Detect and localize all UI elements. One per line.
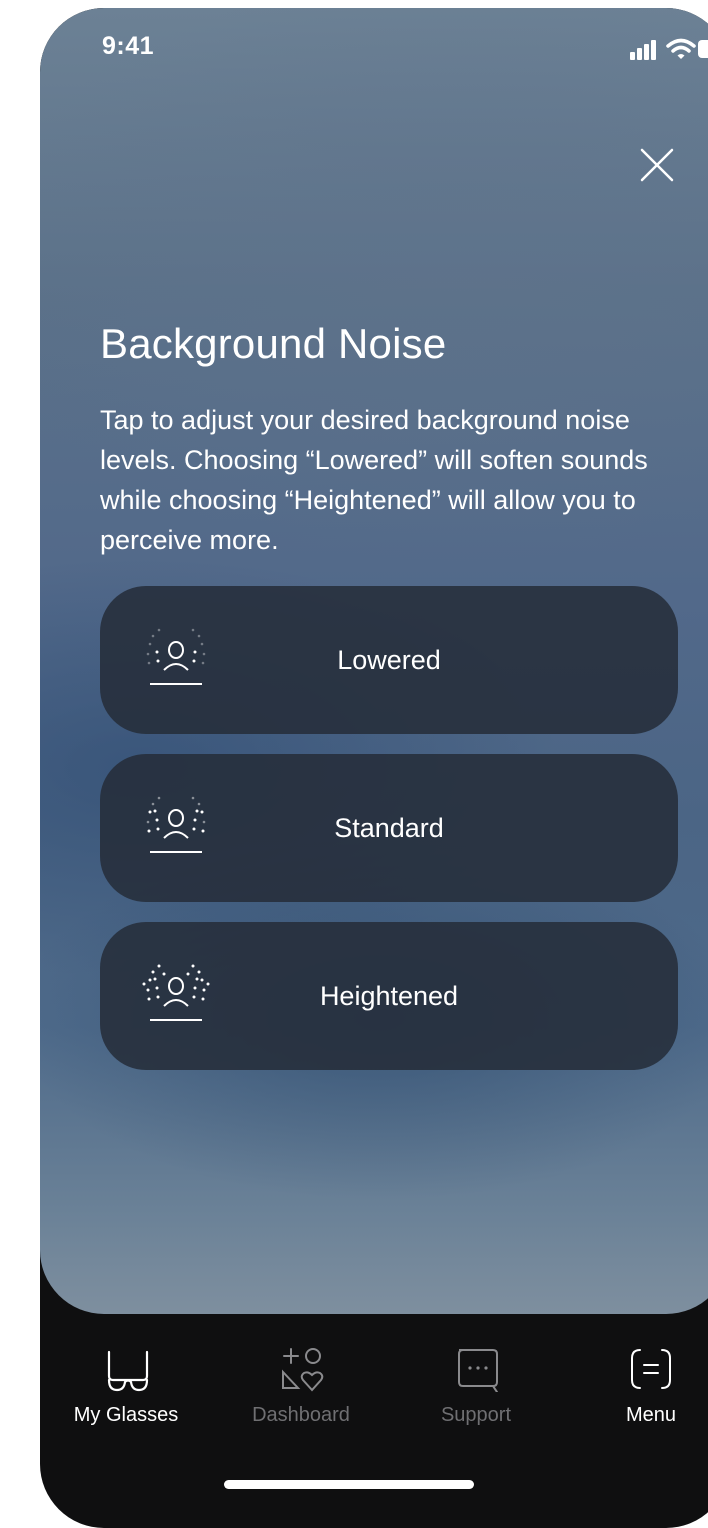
page-description: Tap to adjust your desired background no… [100,405,648,555]
tab-label: Dashboard [252,1404,350,1426]
close-button[interactable] [636,144,678,186]
option-label: Lowered [337,645,441,675]
chat-icon [458,1349,498,1392]
menu-icon [631,1349,671,1389]
tab-label: Menu [625,1404,677,1426]
battery-icon [698,40,708,58]
glasses-icon [107,1350,149,1392]
tab-my-glasses[interactable]: My Glasses [46,1338,206,1438]
option-standard[interactable]: Standard [100,754,678,902]
tab-label: Support [440,1404,512,1426]
noise-level-options: Lowered Standard Heightened [100,586,678,1090]
background-noise-screen: 9:41 Background Noise Tap to adjust your… [40,8,708,1314]
wifi-icon [666,38,696,60]
tab-support[interactable]: Support [396,1338,556,1438]
tab-menu[interactable]: Menu [571,1338,708,1438]
close-icon [640,148,674,182]
option-label: Heightened [319,981,459,1011]
signal-icon [630,38,660,60]
option-lowered[interactable]: Lowered [100,586,678,734]
tab-dashboard[interactable]: Dashboard [221,1338,381,1438]
option-label: Standard [334,813,444,843]
status-bar: 9:41 [40,8,708,88]
phone-frame: 9:41 Background Noise Tap to adjust your… [40,8,708,1528]
tab-bar: My Glasses Dashboard Support Menu [40,1338,708,1438]
option-heightened[interactable]: Heightened [100,922,678,1070]
home-indicator[interactable] [224,1480,474,1489]
status-time: 9:41 [102,32,155,60]
dashboard-icon [282,1348,324,1392]
page-title: Background Noise [100,320,447,367]
tab-label: My Glasses [73,1404,179,1426]
status-icons [620,38,708,60]
